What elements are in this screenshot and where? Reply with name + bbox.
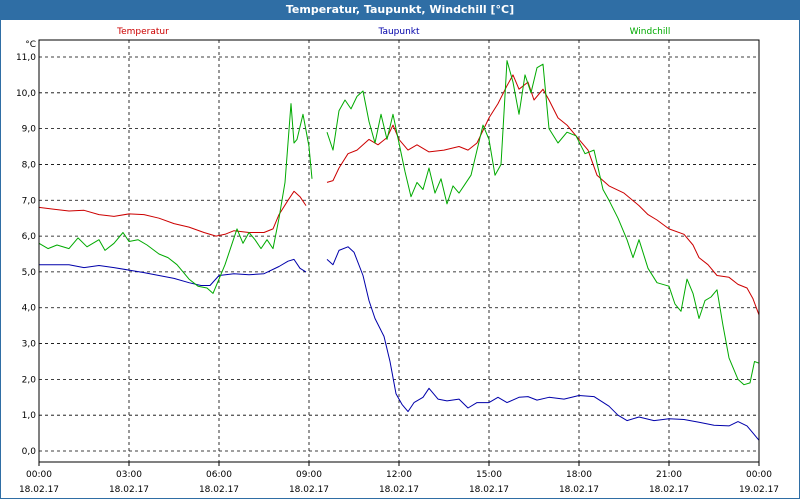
y-tick-label: 6,0 — [22, 232, 37, 242]
x-tick-date: 18.02.17 — [559, 485, 599, 495]
legend-windchill: Windchill — [630, 27, 671, 37]
y-tick-label: 10,0 — [16, 89, 36, 99]
y-tick-label: 0,0 — [22, 447, 37, 457]
y-tick-label: 8,0 — [22, 160, 37, 170]
x-tick-time: 03:00 — [116, 470, 142, 480]
x-tick-time: 12:00 — [386, 470, 412, 480]
tick-labels: 0,0 1,0 2,0 3,0 4,0 5,0 6,0 7,0 8,0 9,0 10,0 11,0 °C… — [16, 40, 779, 495]
x-tick-date: 18.02.17 — [649, 485, 689, 495]
line-chart: 0,0 1,0 2,0 3,0 4,0 5,0 6,0 7,0 8,0 9,0 10,0 11,0 °C… — [16, 27, 779, 495]
legend-temperatur: Temperatur — [116, 27, 169, 37]
y-tick-label: 7,0 — [22, 196, 37, 206]
legend: Temperatur Taupunkt Windchill — [116, 27, 670, 37]
y-tick-label: 5,0 — [22, 268, 37, 278]
series-line-temperatur — [326, 74, 760, 316]
x-tick-date: 18.02.17 — [379, 485, 419, 495]
x-tick-time: 15:00 — [476, 470, 502, 480]
x-tick-date: 19.02.17 — [739, 485, 779, 495]
x-tick-date: 18.02.17 — [19, 485, 59, 495]
x-tick-time: 00:00 — [746, 470, 772, 480]
y-tick-label: 9,0 — [22, 125, 37, 135]
x-tick-time: 09:00 — [296, 470, 322, 480]
series-line-temperatur — [38, 190, 307, 237]
y-tick-label: 11,0 — [16, 53, 36, 63]
x-tick-date: 18.02.17 — [469, 485, 509, 495]
series-line-taupunkt — [39, 258, 307, 286]
x-tick-date: 18.02.17 — [109, 485, 149, 495]
x-tick-time: 18:00 — [566, 470, 592, 480]
x-tick-date: 18.02.17 — [289, 485, 329, 495]
y-tick-label: 4,0 — [22, 304, 37, 314]
series-line-windchill — [326, 60, 760, 386]
y-tick-label: 2,0 — [22, 375, 37, 385]
x-tick-date: 18.02.17 — [199, 485, 239, 495]
series-line-windchill — [38, 103, 313, 294]
y-tick-label: 1,0 — [22, 411, 37, 421]
y-unit-label: °C — [25, 40, 36, 50]
x-tick-time: 06:00 — [206, 470, 232, 480]
legend-taupunkt: Taupunkt — [377, 27, 420, 37]
x-tick-time: 21:00 — [656, 470, 682, 480]
y-tick-label: 3,0 — [22, 340, 37, 350]
x-tick-time: 00:00 — [26, 470, 52, 480]
